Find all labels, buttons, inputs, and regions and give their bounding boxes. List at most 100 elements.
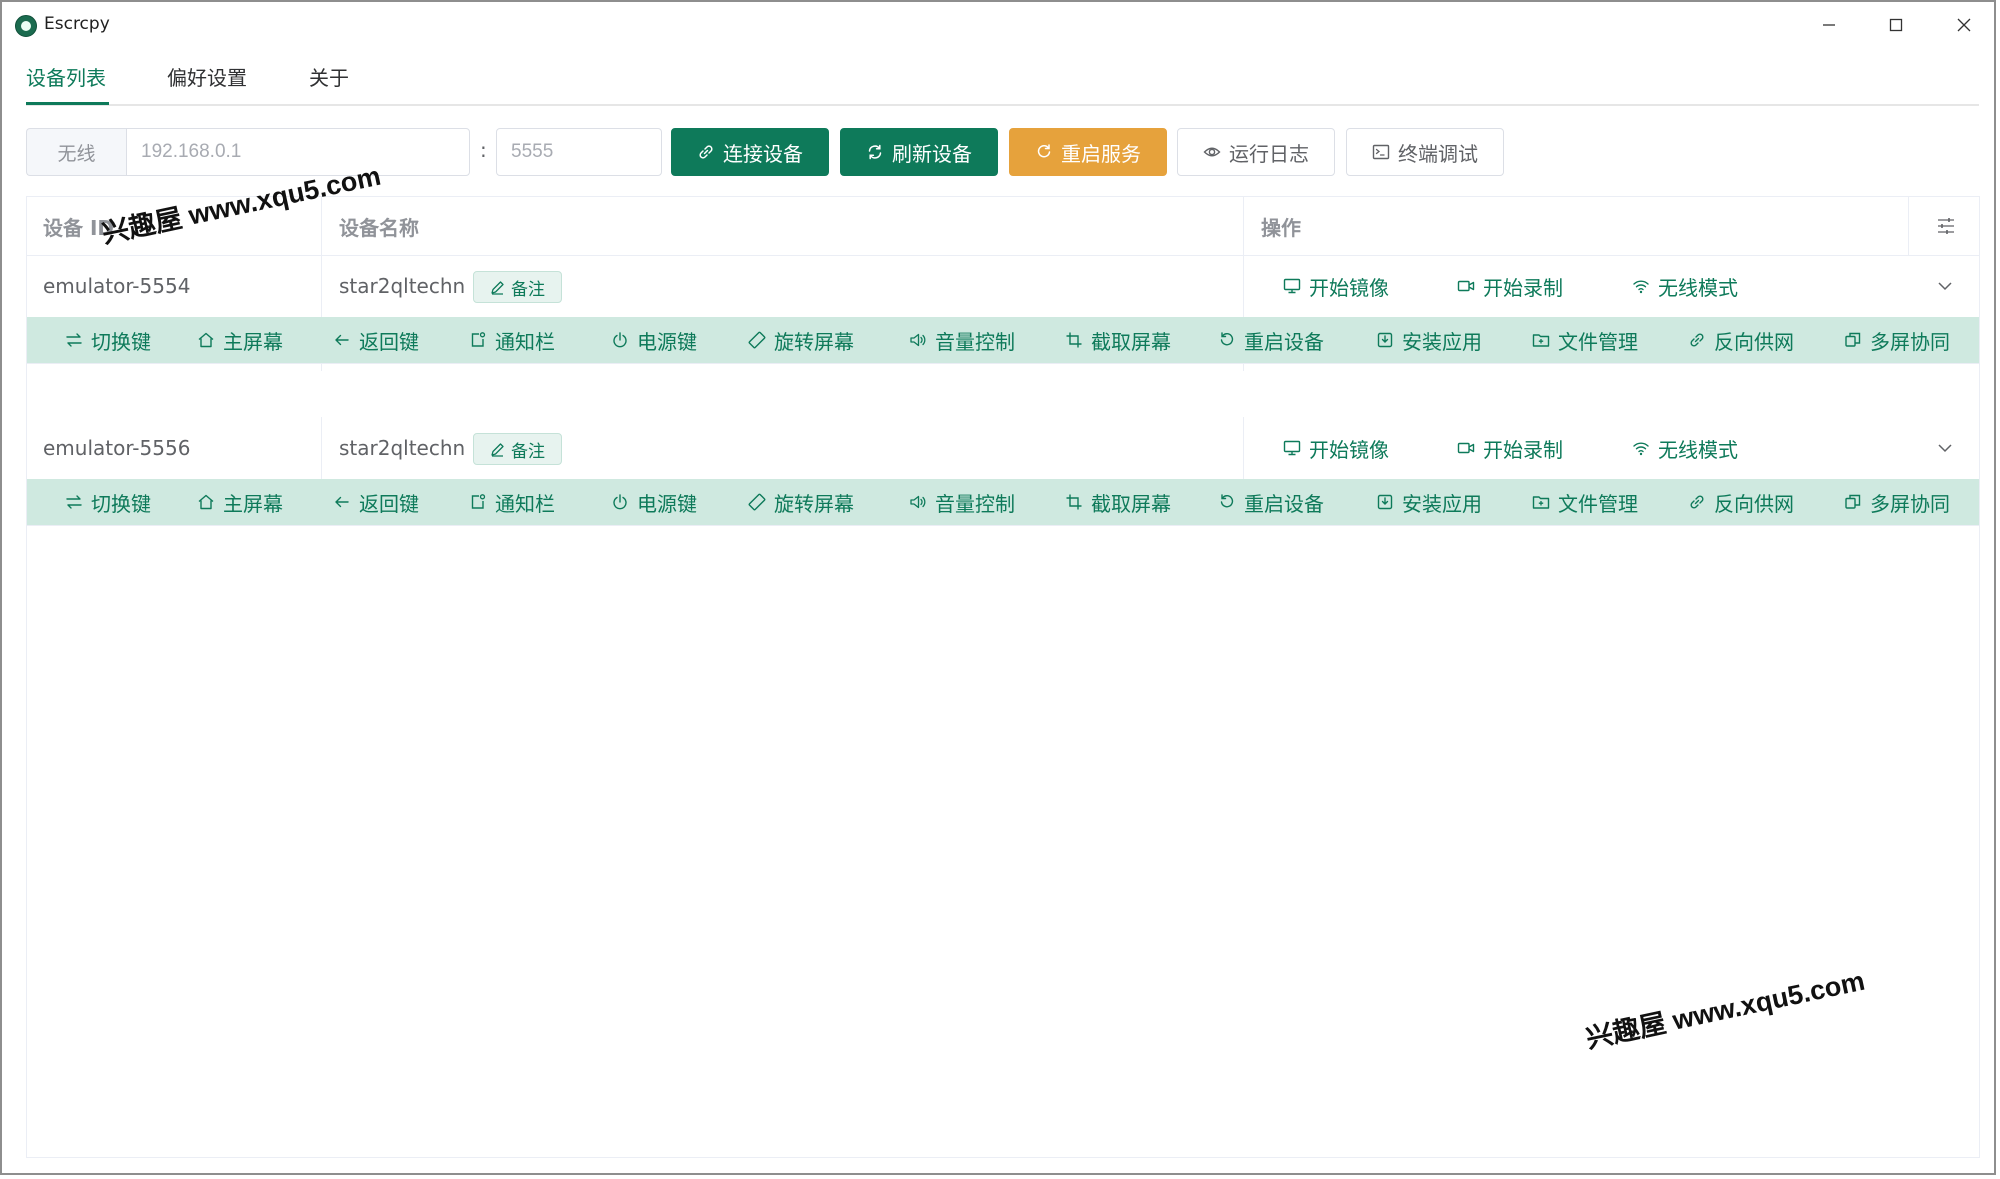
notification-bar-button[interactable]: 通知栏 [469, 317, 555, 363]
connect-device-label: 连接设备 [723, 141, 803, 166]
header-device-name: 设备名称 [339, 215, 419, 240]
volume-icon [910, 495, 926, 509]
volume-control-button[interactable]: 音量控制 [909, 317, 1015, 363]
table-header: 设备 ID 设备名称 操作 [27, 197, 1979, 256]
start-record-label: 开始录制 [1483, 275, 1563, 300]
chevron-down-icon[interactable] [1933, 436, 1957, 460]
close-icon [1957, 18, 1971, 32]
install-app-button[interactable]: 安装应用 [1376, 479, 1482, 525]
remark-button[interactable]: 备注 [473, 433, 562, 465]
notification-icon [471, 494, 486, 509]
remark-button[interactable]: 备注 [473, 271, 562, 303]
ip-address-input[interactable] [126, 128, 470, 176]
video-camera-icon [1457, 442, 1475, 454]
file-manager-button[interactable]: 文件管理 [1532, 317, 1638, 363]
start-record-button[interactable]: 开始录制 [1457, 417, 1563, 479]
switch-key-button[interactable]: 切换键 [65, 317, 151, 363]
crop-icon [1066, 332, 1082, 348]
wireless-prefix-label: 无线 [26, 128, 126, 176]
start-mirror-button[interactable]: 开始镜像 [1283, 255, 1389, 317]
remark-label: 备注 [511, 279, 545, 300]
table-row: emulator-5556 star2qltechn 备注 开始镜像 开始录制 … [27, 417, 1979, 480]
screenshot-label: 截取屏幕 [1091, 491, 1171, 516]
install-app-label: 安装应用 [1402, 491, 1482, 516]
device-id-cell: emulator-5556 [43, 436, 191, 460]
multi-screen-collab-button[interactable]: 多屏协同 [1844, 317, 1950, 363]
home-screen-button[interactable]: 主屏幕 [197, 317, 283, 363]
screenshot-button[interactable]: 截取屏幕 [1065, 479, 1171, 525]
multi-screen-icon [1845, 494, 1861, 509]
back-key-button[interactable]: 返回键 [333, 317, 419, 363]
wireless-mode-button[interactable]: 无线模式 [1632, 417, 1738, 479]
rotate-screen-button[interactable]: 旋转屏幕 [748, 317, 854, 363]
rotate-screen-icon [748, 493, 766, 511]
title-bar: Escrcpy [2, 2, 1994, 50]
notification-bar-label: 通知栏 [495, 491, 555, 516]
back-arrow-icon [335, 334, 349, 346]
multi-screen-collab-label: 多屏协同 [1870, 491, 1950, 516]
switch-key-button[interactable]: 切换键 [65, 479, 151, 525]
refresh-devices-button[interactable]: 刷新设备 [840, 128, 998, 176]
device-table: 设备 ID 设备名称 操作 emulator-5554 star2qltechn… [26, 196, 1980, 1158]
screenshot-button[interactable]: 截取屏幕 [1065, 317, 1171, 363]
start-mirror-button[interactable]: 开始镜像 [1283, 417, 1389, 479]
volume-icon [910, 333, 926, 347]
app-logo-icon [15, 15, 37, 37]
active-tab-indicator [26, 102, 109, 105]
reboot-device-button[interactable]: 重启设备 [1218, 317, 1324, 363]
tab-device-list[interactable]: 设备列表 [26, 62, 106, 91]
tab-about[interactable]: 关于 [309, 62, 349, 91]
multi-screen-collab-button[interactable]: 多屏协同 [1844, 479, 1950, 525]
notification-bar-label: 通知栏 [495, 329, 555, 354]
file-manager-button[interactable]: 文件管理 [1532, 479, 1638, 525]
notification-bar-button[interactable]: 通知栏 [469, 479, 555, 525]
home-screen-button[interactable]: 主屏幕 [197, 479, 283, 525]
home-icon [198, 494, 214, 510]
reverse-tethering-button[interactable]: 反向供网 [1688, 479, 1794, 525]
reverse-tethering-label: 反向供网 [1714, 491, 1794, 516]
run-log-label: 运行日志 [1229, 141, 1309, 166]
crop-icon [1066, 494, 1082, 510]
start-mirror-label: 开始镜像 [1309, 437, 1389, 462]
install-app-button[interactable]: 安装应用 [1376, 317, 1482, 363]
device-controls-bar: 切换键 主屏幕 返回键 通知栏 电源键 旋转屏幕 音量控制 截取屏幕 重启设备 安装应用 文件管理 反… [27, 479, 1979, 526]
power-key-label: 电源键 [637, 491, 697, 516]
reboot-device-button[interactable]: 重启设备 [1218, 479, 1324, 525]
tab-preferences[interactable]: 偏好设置 [167, 62, 247, 91]
ip-port-separator: : [480, 138, 487, 162]
eye-icon [1203, 147, 1221, 157]
column-settings-icon[interactable] [1935, 215, 1957, 237]
wireless-mode-button[interactable]: 无线模式 [1632, 255, 1738, 317]
minimize-button[interactable] [1799, 4, 1859, 46]
rotate-screen-button[interactable]: 旋转屏幕 [748, 479, 854, 525]
volume-control-button[interactable]: 音量控制 [909, 479, 1015, 525]
multi-screen-icon [1845, 332, 1861, 347]
chevron-down-icon[interactable] [1933, 274, 1957, 298]
video-camera-icon [1457, 280, 1475, 292]
remark-label: 备注 [511, 441, 545, 462]
restart-service-button[interactable]: 重启服务 [1009, 128, 1167, 176]
home-icon [198, 332, 214, 348]
back-arrow-icon [335, 496, 349, 508]
reverse-tethering-button[interactable]: 反向供网 [1688, 317, 1794, 363]
device-name-cell: star2qltechn [339, 436, 466, 460]
run-log-button[interactable]: 运行日志 [1177, 128, 1335, 176]
back-key-label: 返回键 [359, 329, 419, 354]
connect-device-button[interactable]: 连接设备 [671, 128, 829, 176]
switch-key-label: 切换键 [91, 491, 151, 516]
power-icon [613, 494, 627, 510]
terminal-debug-button[interactable]: 终端调试 [1346, 128, 1504, 176]
wireless-mode-label: 无线模式 [1658, 437, 1738, 462]
port-input[interactable] [496, 128, 662, 176]
start-record-button[interactable]: 开始录制 [1457, 255, 1563, 317]
wireless-mode-label: 无线模式 [1658, 275, 1738, 300]
maximize-button[interactable] [1866, 4, 1926, 46]
power-key-button[interactable]: 电源键 [611, 479, 697, 525]
back-key-label: 返回键 [359, 491, 419, 516]
back-key-button[interactable]: 返回键 [333, 479, 419, 525]
power-key-button[interactable]: 电源键 [611, 317, 697, 363]
start-record-label: 开始录制 [1483, 437, 1563, 462]
wifi-icon [1633, 442, 1649, 456]
close-button[interactable] [1934, 4, 1994, 46]
terminal-icon [1372, 144, 1390, 160]
